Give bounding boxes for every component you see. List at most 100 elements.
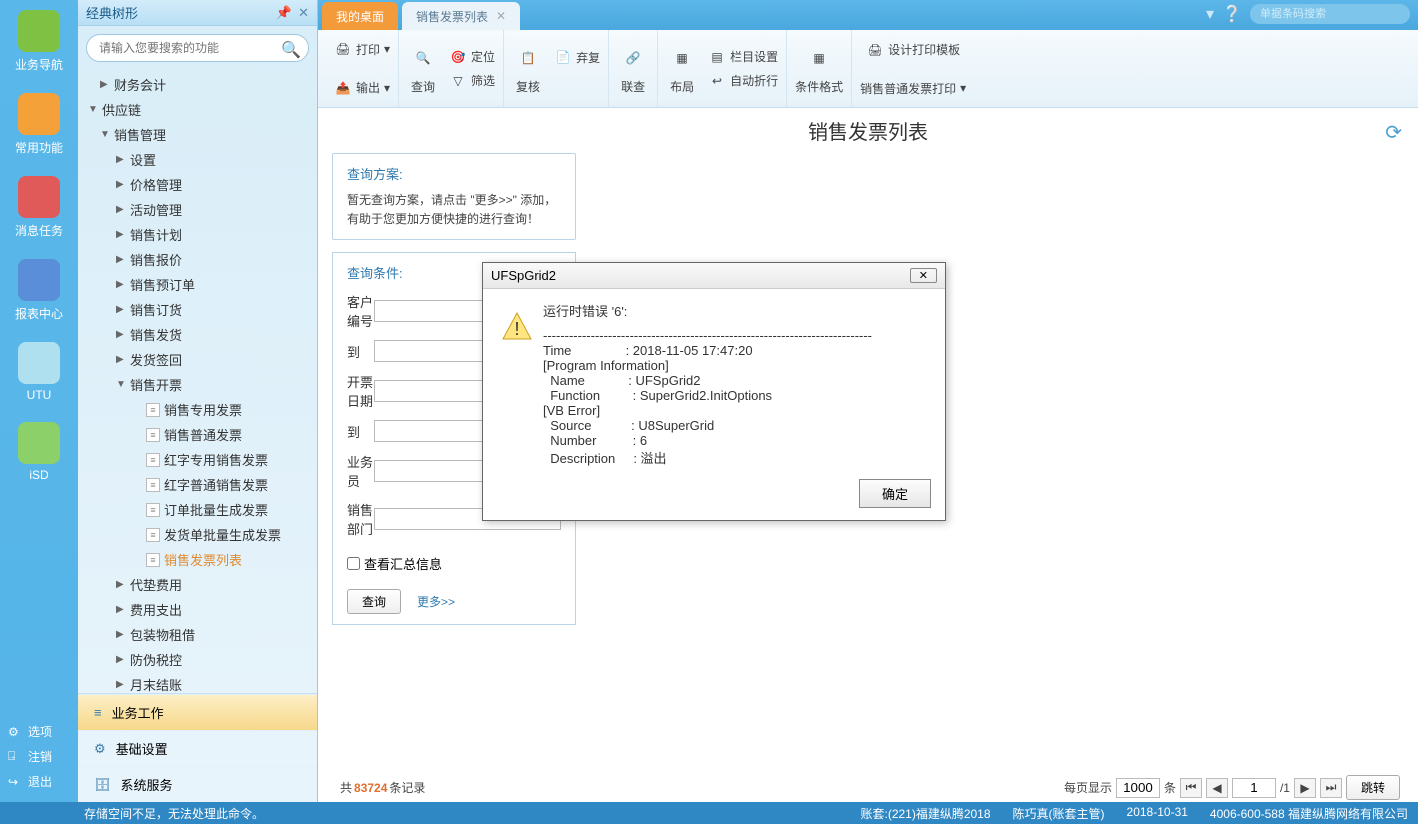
rail-bottom: ⚙选项 ⍈注销 ↪退出 [0, 719, 78, 794]
status-bar: 存储空间不足，无法处理此命令。 账套:(221)福建纵腾2018 陈巧真(账套主… [0, 802, 1418, 824]
dialog-header[interactable]: UFSpGrid2 ✕ [483, 263, 945, 289]
locate-button[interactable]: 🎯定位 [449, 48, 495, 66]
tree-node[interactable]: ≡订单批量生成发票 [84, 497, 317, 522]
per-page-input[interactable] [1116, 778, 1160, 798]
tree-node[interactable]: ▶销售订货 [84, 297, 317, 322]
next-page-button[interactable]: ▶ [1294, 778, 1316, 798]
sidebar: 经典树形 📌✕ 🔍 ▶财务会计▼供应链▼销售管理▶设置▶价格管理▶活动管理▶销售… [78, 0, 318, 802]
joint-query-button[interactable]: 🔗联查 [617, 42, 649, 95]
help-icon[interactable]: ❔ [1222, 4, 1242, 24]
review-button[interactable]: 📋复核 [512, 42, 544, 95]
cond-format-button[interactable]: ▦条件格式 [795, 42, 843, 95]
tree-node[interactable]: ▶设置 [84, 147, 317, 172]
tree-node[interactable]: ▶发货签回 [84, 347, 317, 372]
tree-node[interactable]: ▶防伪税控 [84, 647, 317, 672]
query-plan-body: 暂无查询方案，请点击 "更多>>" 添加，有助于您更加方便快捷的进行查询！ [347, 191, 561, 229]
page-title: 销售发票列表 [808, 122, 928, 144]
sidebar-bottom: ≡业务工作 ⚙基础设置 🗄系统服务 [78, 693, 317, 802]
status-account: 账套:(221)福建纵腾2018 [860, 805, 990, 822]
search-icon[interactable]: 🔍 [281, 40, 301, 60]
sidebar-header: 经典树形 📌 ✕ [78, 0, 317, 26]
tree-node[interactable]: ≡发货单批量生成发票 [84, 522, 317, 547]
dialog-error-line: 运行时错误 '6': [543, 301, 872, 320]
tree-node[interactable]: ▶价格管理 [84, 172, 317, 197]
design-template-button[interactable]: 🖨设计打印模板 [866, 41, 960, 59]
tab-bar: 我的桌面 销售发票列表✕ ▾ ❔ [318, 0, 1418, 30]
tree-node[interactable]: ▶销售计划 [84, 222, 317, 247]
rail-item-0[interactable]: 业务导航 [0, 0, 78, 83]
tree-node[interactable]: ▼供应链 [84, 97, 317, 122]
tree-node[interactable]: ▶活动管理 [84, 197, 317, 222]
invoice-print-button[interactable]: 销售普通发票打印 ▾ [860, 80, 966, 97]
tab-desktop[interactable]: 我的桌面 [322, 2, 398, 30]
more-link[interactable]: 更多>> [417, 593, 455, 610]
dialog-title: UFSpGrid2 [491, 268, 556, 283]
tree-node[interactable]: ≡销售专用发票 [84, 397, 317, 422]
ribbon: 🖨打印 ▾ 📤输出 ▾ 🔍查询 🎯定位 ▽筛选 📋复核 📄弃复 🔗联查 [318, 30, 1418, 108]
filter-button[interactable]: ▽筛选 [449, 72, 495, 90]
jump-button[interactable]: 跳转 [1346, 775, 1400, 800]
record-count: 83724 [354, 781, 387, 795]
rail-logout[interactable]: ⍈注销 [0, 744, 78, 769]
tab-invoice-list[interactable]: 销售发票列表✕ [402, 2, 520, 30]
sidebar-title: 经典树形 [86, 3, 138, 22]
records-bar: 共 83724 条记录 每页显示 条 ⏮ ◀ /1 ▶ ⏭ 跳转 [340, 775, 1400, 800]
last-page-button[interactable]: ⏭ [1320, 778, 1342, 798]
dialog-close-icon[interactable]: ✕ [910, 268, 937, 283]
status-date: 2018-10-31 [1127, 805, 1188, 822]
columns-button[interactable]: ▤栏目设置 [708, 48, 778, 66]
tree-node[interactable]: ▶代垫费用 [84, 572, 317, 597]
left-rail: 业务导航常用功能消息任务报表中心UTUiSD ⚙选项 ⍈注销 ↪退出 [0, 0, 78, 824]
rail-item-4[interactable]: UTU [0, 332, 78, 412]
summary-checkbox[interactable] [347, 557, 360, 570]
top-search-input[interactable] [1250, 4, 1410, 24]
abandon-button[interactable]: 📄弃复 [554, 48, 600, 66]
rail-exit[interactable]: ↪退出 [0, 769, 78, 794]
rail-item-1[interactable]: 常用功能 [0, 83, 78, 166]
sidebar-tab-settings[interactable]: ⚙基础设置 [78, 730, 317, 766]
rail-options[interactable]: ⚙选项 [0, 719, 78, 744]
tree-node[interactable]: ▶费用支出 [84, 597, 317, 622]
tree-node[interactable]: ≡销售普通发票 [84, 422, 317, 447]
prev-page-button[interactable]: ◀ [1206, 778, 1228, 798]
chevron-down-icon[interactable]: ▾ [1206, 4, 1214, 24]
tree-node[interactable]: ▶包装物租借 [84, 622, 317, 647]
query-plan-panel: 查询方案: 暂无查询方案，请点击 "更多>>" 添加，有助于您更加方便快捷的进行… [332, 153, 576, 240]
tree-node[interactable]: ▼销售开票 [84, 372, 317, 397]
error-dialog: UFSpGrid2 ✕ ! 运行时错误 '6': ---------------… [482, 262, 946, 521]
svg-text:!: ! [514, 319, 519, 339]
dialog-ok-button[interactable]: 确定 [859, 479, 931, 508]
tree-node[interactable]: ▶销售预订单 [84, 272, 317, 297]
query-submit-button[interactable]: 查询 [347, 589, 401, 614]
tree-node[interactable]: ▶财务会计 [84, 72, 317, 97]
dialog-detail: ----------------------------------------… [543, 328, 872, 467]
tree-node[interactable]: ≡红字普通销售发票 [84, 472, 317, 497]
page-input[interactable] [1232, 778, 1276, 798]
first-page-button[interactable]: ⏮ [1180, 778, 1202, 798]
tree-node[interactable]: ▼销售管理 [84, 122, 317, 147]
sidebar-tab-work[interactable]: ≡业务工作 [78, 694, 317, 730]
layout-button[interactable]: ▦布局 [666, 42, 698, 95]
warning-icon: ! [501, 311, 533, 343]
sidebar-search-input[interactable] [86, 34, 309, 62]
tree-node[interactable]: ▶销售发货 [84, 322, 317, 347]
refresh-icon[interactable]: ⟳ [1385, 120, 1402, 145]
query-button[interactable]: 🔍查询 [407, 42, 439, 95]
status-company: 4006-600-588 福建纵腾网络有限公司 [1210, 805, 1408, 822]
rail-item-5[interactable]: iSD [0, 412, 78, 492]
rail-item-2[interactable]: 消息任务 [0, 166, 78, 249]
tree-node[interactable]: ▶月末结账 [84, 672, 317, 693]
print-button[interactable]: 🖨打印 ▾ [334, 40, 390, 58]
sidebar-tab-service[interactable]: 🗄系统服务 [78, 766, 317, 802]
status-message: 存储空间不足，无法处理此命令。 [84, 805, 264, 822]
query-plan-title: 查询方案: [347, 164, 561, 183]
close-icon[interactable]: ✕ [298, 5, 309, 20]
rail-item-3[interactable]: 报表中心 [0, 249, 78, 332]
wrap-button[interactable]: ↩自动折行 [708, 72, 778, 90]
tab-close-icon[interactable]: ✕ [496, 9, 506, 23]
tree-node[interactable]: ≡红字专用销售发票 [84, 447, 317, 472]
tree-node[interactable]: ▶销售报价 [84, 247, 317, 272]
tree-node[interactable]: ≡销售发票列表 [84, 547, 317, 572]
output-button[interactable]: 📤输出 ▾ [334, 79, 390, 97]
pin-icon[interactable]: 📌 [276, 5, 292, 20]
